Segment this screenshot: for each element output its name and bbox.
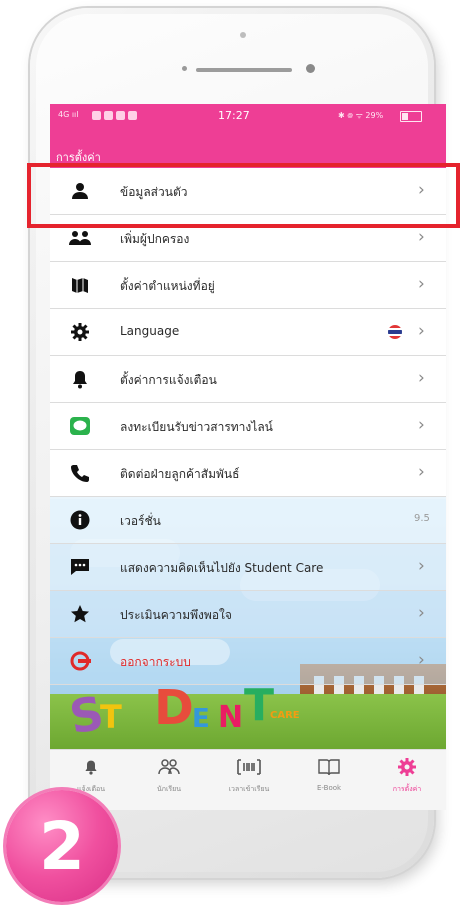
menu-line-register[interactable]: ลงทะเบียนรับข่าวสารทางไลน์ › [50,403,446,450]
chevron-right-icon: › [418,274,425,294]
bell-icon [68,368,92,390]
nav-label: การตั้งค่า [392,785,422,793]
menu-language[interactable]: Language › [50,309,446,356]
attendance-icon [214,756,284,778]
menu-version: เวอร์ชั่น 9.5 [50,497,446,544]
chevron-right-icon: › [418,368,425,388]
menu-contact-support[interactable]: ติดต่อฝ่ายลูกค้าสัมพันธ์ › [50,450,446,497]
chevron-right-icon: › [418,556,425,576]
menu-label: ออกจากระบบ [120,655,191,669]
menu-label: ประเมินความพึงพอใจ [120,608,232,622]
bottom-navigation: แจ้งเตือน นักเรียน เวลาเข้าเรียน E-Book … [50,749,446,810]
settings-icon [372,756,442,778]
earpiece-speaker [196,68,292,72]
phone-icon [68,462,92,484]
version-value: 9.5 [414,513,430,524]
menu-location[interactable]: ตั้งค่าตำแหน่งที่อยู่ › [50,262,446,309]
chevron-right-icon: › [418,415,425,435]
gear-icon [68,321,92,343]
highlight-box [27,163,460,228]
chevron-right-icon: › [418,462,425,482]
thai-flag-icon [388,325,402,339]
chevron-right-icon: › [418,603,425,623]
nav-label: นักเรียน [156,785,182,793]
step-badge: 2 [6,790,118,902]
camera-dot [240,32,246,38]
menu-label: แสดงความคิดเห็นไปยัง Student Care [120,561,324,575]
book-icon [294,756,364,778]
menu-satisfaction[interactable]: ประเมินความพึงพอใจ › [50,591,446,638]
status-right: ✱ ᪤ ᯤ 29% [338,111,384,120]
front-camera [306,64,315,73]
chevron-right-icon: › [418,321,425,341]
menu-label: ลงทะเบียนรับข่าวสารทางไลน์ [120,420,273,434]
notification-icons [92,111,137,120]
star-icon [68,603,92,625]
nav-settings[interactable]: การตั้งค่า [372,756,442,795]
chevron-right-icon: › [418,650,425,670]
settings-list: ข้อมูลส่วนตัว › เพิ่มผู้ปกครอง › ตั้งค่า… [50,168,446,685]
menu-logout[interactable]: ออกจากระบบ › [50,638,446,685]
menu-label: เพิ่มผู้ปกครอง [120,232,190,246]
chevron-right-icon: › [418,227,425,247]
map-icon [68,274,92,296]
info-icon [68,509,92,531]
menu-label: เวอร์ชั่น [120,514,161,528]
nav-students[interactable]: นักเรียน [134,756,204,795]
nav-attendance[interactable]: เวลาเข้าเรียน [214,756,284,795]
app-bar: การตั้งค่า [50,128,446,168]
menu-feedback[interactable]: แสดงความคิดเห็นไปยัง Student Care › [50,544,446,591]
nav-label: เวลาเข้าเรียน [228,785,270,793]
battery-icon [400,111,422,122]
logout-icon [68,650,92,672]
menu-label: ตั้งค่าตำแหน่งที่อยู่ [120,279,215,293]
menu-label: ตั้งค่าการแจ้งเตือน [120,373,217,387]
nav-ebook[interactable]: E-Book [294,756,364,792]
bell-icon [56,756,126,778]
status-bar: 4G ııl 17:27 ✱ ᪤ ᯤ 29% [50,104,446,128]
menu-label: ติดต่อฝ่ายลูกค้าสัมพันธ์ [120,467,240,481]
clock: 17:27 [218,109,250,122]
line-icon [68,415,92,437]
nav-label: E-Book [316,784,342,792]
nav-notifications[interactable]: แจ้งเตือน [56,756,126,795]
menu-label: Language [120,324,180,338]
sensor-dot [182,66,187,71]
signal-text: 4G ııl [58,110,79,119]
menu-notification-settings[interactable]: ตั้งค่าการแจ้งเตือน › [50,356,446,403]
chat-icon [68,556,92,578]
students-icon [134,756,204,778]
step-number: 2 [39,808,85,885]
group-icon [68,227,92,249]
